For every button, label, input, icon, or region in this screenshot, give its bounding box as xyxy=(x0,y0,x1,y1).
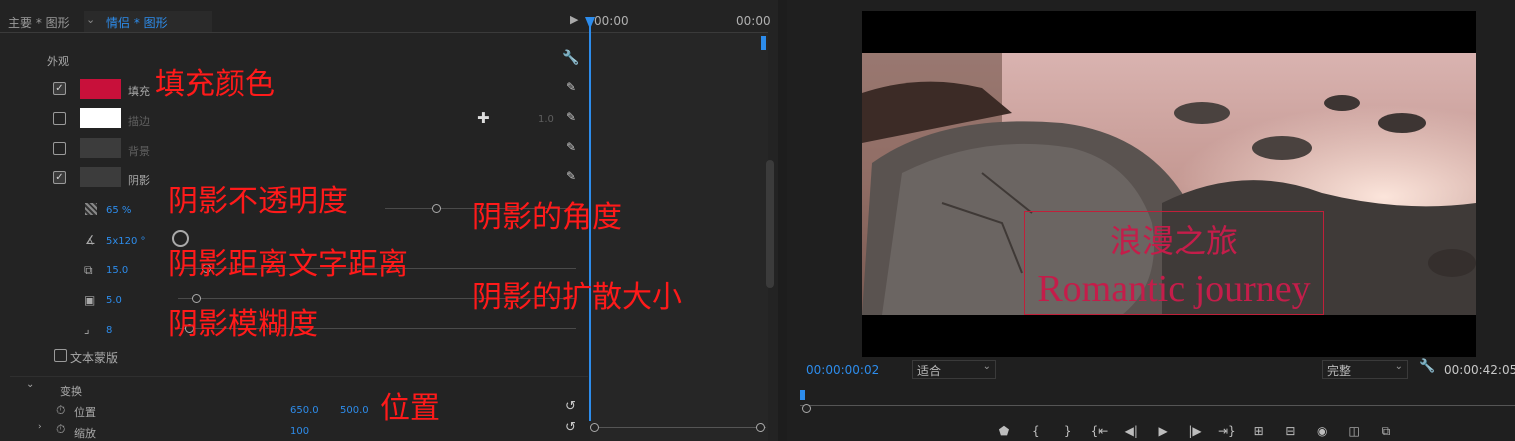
scroll-end-handle[interactable] xyxy=(756,423,765,432)
vertical-scrollbar[interactable] xyxy=(766,160,774,288)
size-icon: ▣ xyxy=(84,293,96,307)
distance-icon: ⧉ xyxy=(84,263,93,277)
program-playhead[interactable] xyxy=(800,390,805,400)
eyedropper-icon[interactable]: ✎ xyxy=(566,110,576,124)
text-mask-label: 文本蒙版 xyxy=(70,351,119,365)
mark-out-icon[interactable]: } xyxy=(1054,424,1082,438)
shadow-checkbox[interactable]: ✓ xyxy=(53,171,66,184)
background-checkbox[interactable] xyxy=(53,142,66,155)
opacity-icon xyxy=(85,203,97,215)
play-icon[interactable]: ▶ xyxy=(570,13,578,26)
background-label: 背景 xyxy=(128,145,150,158)
shadow-opacity-slider-knob[interactable] xyxy=(432,204,441,213)
stroke-checkbox[interactable] xyxy=(53,112,66,125)
stroke-color-swatch[interactable] xyxy=(80,108,121,128)
current-timecode[interactable]: 00:00:00:02 xyxy=(806,363,879,377)
chevron-down-icon: ⌄ xyxy=(982,361,991,372)
position-x-value[interactable]: 650.0 xyxy=(290,405,319,416)
section-divider xyxy=(10,376,588,377)
annotation-shadow-spread: 阴影的扩散大小 xyxy=(472,280,682,315)
annotation-shadow-angle: 阴影的角度 xyxy=(472,200,622,235)
blur-icon: ⌟ xyxy=(84,322,90,336)
text-mask-checkbox[interactable] xyxy=(54,349,67,362)
fill-color-swatch[interactable] xyxy=(80,79,121,99)
scale-value[interactable]: 100 xyxy=(290,426,309,437)
background-color-swatch[interactable] xyxy=(80,138,121,158)
tab-active-graphic[interactable]: 情侣 * 图形 xyxy=(106,14,168,31)
annotation-shadow-distance: 阴影距离文字距离 xyxy=(168,247,408,282)
extract-icon[interactable]: ⊟ xyxy=(1276,424,1304,438)
add-stroke-icon[interactable]: ✚ xyxy=(477,109,490,127)
fill-checkbox[interactable]: ✓ xyxy=(53,82,66,95)
horizontal-scrollbar[interactable] xyxy=(590,427,766,428)
step-back-icon[interactable]: ◀| xyxy=(1117,424,1145,438)
stroke-width-value[interactable]: 1.0 xyxy=(538,114,554,125)
go-to-in-icon[interactable]: {⇤ xyxy=(1085,424,1113,438)
wrench-icon[interactable]: 🔧 xyxy=(1419,359,1435,374)
clip-end-marker xyxy=(761,36,766,50)
shadow-color-swatch[interactable] xyxy=(80,167,121,187)
appearance-heading: 外观 xyxy=(47,55,69,68)
timeline-start-time: 00:00 xyxy=(594,14,629,28)
fill-label: 填充 xyxy=(128,85,150,98)
eyedropper-icon[interactable]: ✎ xyxy=(566,80,576,94)
duration-timecode: 00:00:42:05 xyxy=(1444,363,1515,377)
wrench-icon[interactable]: 🔧 xyxy=(562,50,579,66)
annotation-position: 位置 xyxy=(380,391,440,426)
chevron-down-icon: ⌄ xyxy=(1394,361,1403,372)
lift-icon[interactable]: ⊞ xyxy=(1245,424,1273,438)
playhead-handle[interactable] xyxy=(585,17,595,29)
stroke-label: 描边 xyxy=(128,115,150,128)
comparison-view-icon[interactable]: ⧉ xyxy=(1372,424,1400,439)
annotation-shadow-blur: 阴影模糊度 xyxy=(168,307,318,342)
mark-in-icon[interactable]: { xyxy=(1022,424,1050,438)
annotation-fill-color: 填充颜色 xyxy=(155,67,275,102)
quality-dropdown[interactable]: 完整 ⌄ xyxy=(1322,360,1408,379)
annotation-shadow-opacity: 阴影不透明度 xyxy=(168,184,348,219)
shadow-size-value[interactable]: 5.0 xyxy=(106,295,122,306)
add-marker-icon[interactable]: ⬟ xyxy=(990,424,1018,438)
chevron-right-icon[interactable]: › xyxy=(38,422,42,432)
transform-heading: 变换 xyxy=(60,385,82,398)
fit-dropdown[interactable]: 适合 ⌄ xyxy=(912,360,996,379)
zoom-handle[interactable] xyxy=(802,404,811,413)
angle-dial[interactable] xyxy=(172,230,189,247)
step-forward-icon[interactable]: |▶ xyxy=(1181,424,1209,438)
shadow-blur-value[interactable]: 8 xyxy=(106,325,112,336)
shadow-label: 阴影 xyxy=(128,174,150,187)
position-label: 位置 xyxy=(74,406,96,419)
eyedropper-icon[interactable]: ✎ xyxy=(566,140,576,154)
eyedropper-icon[interactable]: ✎ xyxy=(566,169,576,183)
title-english: Romantic journey xyxy=(1037,268,1311,310)
stopwatch-icon[interactable]: ⏱ xyxy=(56,422,65,437)
chevron-down-icon[interactable]: ⌄ xyxy=(26,379,34,390)
shadow-size-slider-knob[interactable] xyxy=(192,294,201,303)
stopwatch-icon[interactable]: ⏱ xyxy=(56,403,65,418)
chevron-down-icon[interactable]: ⌄ xyxy=(86,13,95,26)
quality-value: 完整 xyxy=(1327,364,1352,378)
scroll-start-handle[interactable] xyxy=(590,423,599,432)
angle-icon: ∡ xyxy=(85,233,96,247)
scale-label: 缩放 xyxy=(74,427,96,440)
program-time-ruler[interactable] xyxy=(800,397,1515,407)
reset-icon[interactable]: ↺ xyxy=(565,420,576,435)
title-chinese: 浪漫之旅 xyxy=(1109,222,1238,260)
play-icon[interactable]: ▶ xyxy=(1149,424,1177,438)
reset-icon[interactable]: ↺ xyxy=(565,399,576,414)
camera-icon[interactable]: ◉ xyxy=(1308,424,1336,438)
position-y-value[interactable]: 500.0 xyxy=(340,405,369,416)
shadow-distance-value[interactable]: 15.0 xyxy=(106,265,128,276)
compare-icon[interactable]: ◫ xyxy=(1340,424,1368,438)
tab-main-graphic[interactable]: 主要 * 图形 xyxy=(8,14,70,31)
fit-value: 适合 xyxy=(917,364,942,378)
shadow-opacity-value[interactable]: 65 % xyxy=(106,205,131,216)
transport-controls: ⬟ { } {⇤ ◀| ▶ |▶ ⇥} ⊞ ⊟ ◉ ◫ ⧉ xyxy=(990,424,1400,439)
shadow-angle-value[interactable]: 5x120 ° xyxy=(106,236,146,247)
go-to-out-icon[interactable]: ⇥} xyxy=(1213,424,1241,438)
timeline-end-time: 00:00 xyxy=(736,14,771,28)
